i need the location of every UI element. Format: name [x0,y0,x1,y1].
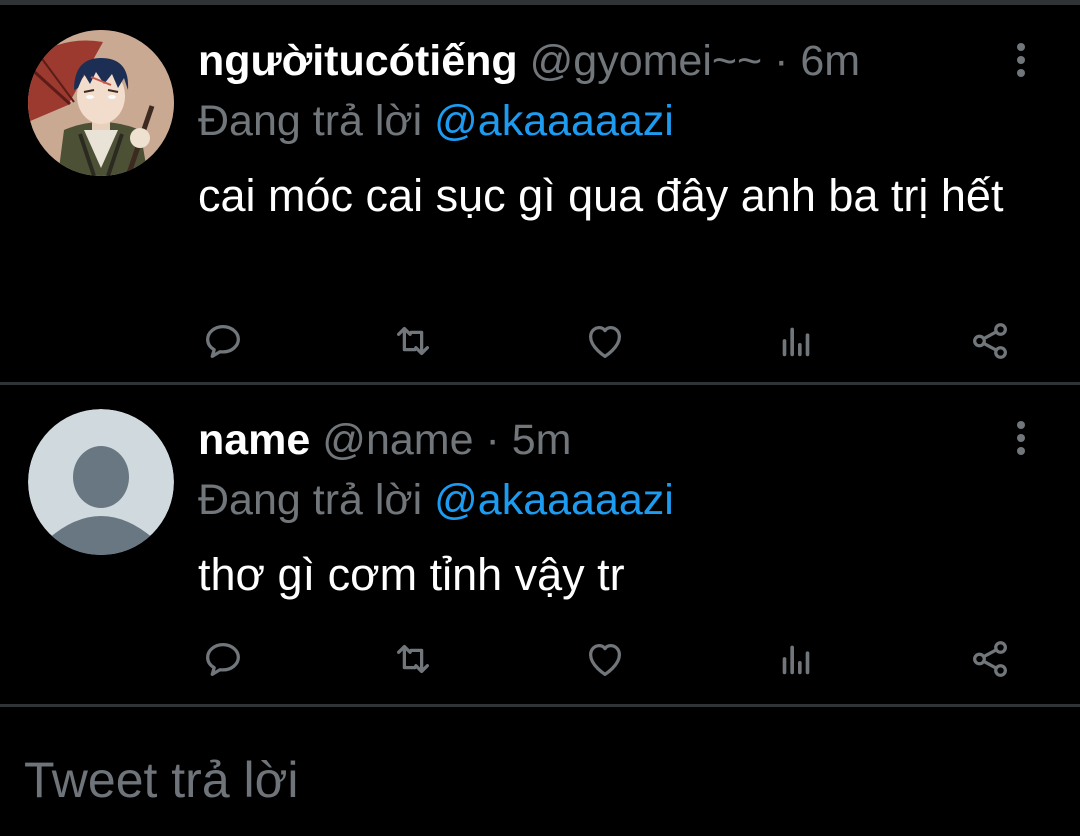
separator-dot: · [774,37,789,85]
tweet-header: ngườitucótiếng @gyomei~~ · 6m [198,36,960,86]
timestamp[interactable]: 5m [512,416,572,464]
retweet-button[interactable] [388,316,438,366]
share-icon [973,641,1007,677]
like-icon [588,643,622,676]
tweet-text: thơ gì cơm tỉnh vậy tr [198,549,625,600]
default-avatar-image [28,409,174,555]
retweet-icon [396,326,430,356]
avatar[interactable] [28,409,174,555]
retweet-icon [396,644,430,674]
reply-compose-box[interactable]: Tweet trả lời [0,707,1080,836]
tweet[interactable]: ngườitucótiếng @gyomei~~ · 6m Đang trả l… [0,0,1080,382]
tweet-actions [0,316,1080,366]
like-icon [588,325,622,358]
reply-icon [206,324,240,358]
reply-button[interactable] [198,316,248,366]
views-button[interactable] [771,316,821,366]
tweet-divider [0,382,1080,385]
share-button[interactable] [965,634,1015,684]
more-options-icon[interactable] [1004,36,1038,84]
retweet-button[interactable] [388,634,438,684]
timestamp[interactable]: 6m [800,37,860,85]
display-name[interactable]: ngườitucótiếng [198,37,518,85]
reply-icon [206,642,240,676]
views-icon [782,327,810,357]
anime-avatar-image [28,30,174,176]
like-button[interactable] [580,634,630,684]
reply-button[interactable] [198,634,248,684]
mention-link[interactable]: @akaaaaazi [434,476,674,524]
user-handle[interactable]: @name [322,416,473,464]
replying-to: Đang trả lời @akaaaaazi [198,96,674,146]
tweet-actions [0,634,1080,684]
more-options-icon[interactable] [1004,414,1038,462]
display-name[interactable]: name [198,416,310,464]
replying-to: Đang trả lời @akaaaaazi [198,475,674,525]
user-handle[interactable]: @gyomei~~ [530,37,763,85]
views-button[interactable] [771,634,821,684]
tweet-header: name @name · 5m [198,415,960,465]
avatar[interactable] [28,30,174,176]
like-button[interactable] [580,316,630,366]
views-icon [782,645,810,675]
share-button[interactable] [965,316,1015,366]
mention-link[interactable]: @akaaaaazi [434,97,674,145]
reply-input-placeholder[interactable]: Tweet trả lời [24,750,299,810]
share-icon [973,323,1007,359]
separator-dot: · [485,416,500,464]
replying-to-label: Đang trả lời [198,97,423,145]
tweet-text: cai móc cai sục gì qua đây anh ba trị hế… [198,170,1004,221]
tweet[interactable]: name @name · 5m Đang trả lời @akaaaaazi … [0,386,1080,704]
replying-to-label: Đang trả lời [198,476,423,524]
